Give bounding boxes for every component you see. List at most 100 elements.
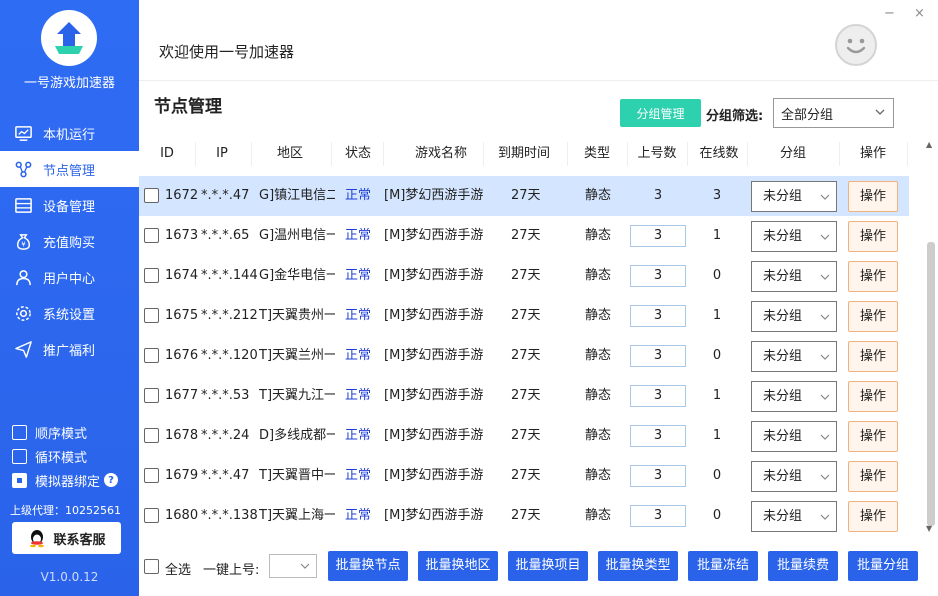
batch-renew-button[interactable]: 批量续费 [768, 551, 838, 581]
cell-up-count[interactable]: 3 [630, 176, 686, 216]
col-up: 上号数 [637, 146, 677, 161]
option-label: 顺序模式 [35, 426, 88, 442]
col-id: ID [160, 146, 174, 161]
operation-button[interactable]: 操作 [848, 341, 898, 372]
group-select[interactable]: 未分组 [751, 501, 837, 532]
up-count-input[interactable]: 3 [630, 305, 686, 327]
cell-expire: 27天 [511, 188, 541, 203]
up-count-input[interactable]: 3 [630, 265, 686, 287]
cell-region: G]温州电信一组 [259, 228, 335, 243]
group-select[interactable]: 未分组 [751, 181, 837, 212]
option-loop[interactable]: 循环模式 [12, 444, 118, 468]
cell-game: [M]梦幻西游手游 [384, 348, 484, 363]
table-row[interactable]: 1678 *.*.*.24 D]多线成都一组 正常 [M]梦幻西游手游 27天 … [139, 416, 909, 456]
option-sequential[interactable]: 顺序模式 [12, 420, 118, 444]
row-checkbox[interactable] [144, 468, 159, 483]
table-row[interactable]: 1673 *.*.*.65 G]温州电信一组 正常 [M]梦幻西游手游 27天 … [139, 216, 909, 256]
col-expire: 到期时间 [497, 146, 550, 161]
group-filter-select[interactable]: 全部分组 [773, 98, 894, 128]
batch-change-project-button[interactable]: 批量换项目 [508, 551, 588, 581]
operation-button[interactable]: 操作 [848, 301, 898, 332]
batch-change-region-button[interactable]: 批量换地区 [418, 551, 498, 581]
up-count-input[interactable]: 3 [630, 505, 686, 527]
row-checkbox[interactable] [144, 268, 159, 283]
group-value: 未分组 [763, 349, 803, 364]
contact-service-button[interactable]: 联系客服 [12, 522, 121, 554]
select-all-checkbox[interactable] [144, 559, 159, 574]
cell-online: 1 [712, 428, 722, 443]
up-count-input[interactable]: 3 [630, 225, 686, 247]
operation-button[interactable]: 操作 [848, 181, 898, 212]
group-select[interactable]: 未分组 [751, 301, 837, 332]
operation-button[interactable]: 操作 [848, 501, 898, 532]
group-select[interactable]: 未分组 [751, 221, 837, 252]
cell-type: 静态 [585, 228, 612, 243]
header-separator [747, 142, 748, 166]
header-separator [907, 142, 908, 166]
up-count-input[interactable]: 3 [630, 465, 686, 487]
option-emulator-bind[interactable]: 模拟器绑定? [12, 468, 119, 492]
table-row[interactable]: 1677 *.*.*.53 T]天翼九江一组 正常 [M]梦幻西游手游 27天 … [139, 376, 909, 416]
scroll-up-icon[interactable]: ▲ [926, 140, 932, 149]
checkbox[interactable] [12, 472, 27, 488]
batch-change-type-button[interactable]: 批量换类型 [598, 551, 678, 581]
cell-game: [M]梦幻西游手游 [384, 468, 484, 483]
nav-item-settings[interactable]: 系统设置 [0, 295, 139, 331]
header-separator [687, 142, 688, 166]
batch-group-button[interactable]: 批量分组 [848, 551, 918, 581]
group-manage-button[interactable]: 分组管理 [620, 99, 701, 127]
table-row[interactable]: 1675 *.*.*.212 T]天翼贵州一组 正常 [M]梦幻西游手游 27天… [139, 296, 909, 336]
table-row[interactable]: 1679 *.*.*.47 T]天翼晋中一区 正常 [M]梦幻西游手游 27天 … [139, 456, 909, 496]
up-count-input[interactable]: 3 [630, 425, 686, 447]
nav-item-local-run[interactable]: 本机运行 [0, 115, 139, 151]
table-scrollbar[interactable]: ▲ ▼ [924, 140, 936, 536]
row-checkbox[interactable] [144, 188, 159, 203]
group-select[interactable]: 未分组 [751, 461, 837, 492]
onekey-select[interactable] [269, 554, 317, 578]
nav-item-user-center[interactable]: 用户中心 [0, 259, 139, 295]
cell-expire: 27天 [511, 308, 541, 323]
nodes-icon [15, 161, 32, 177]
table-row[interactable]: 1680 *.*.*.138 T]天翼上海一区 正常 [M]梦幻西游手游 27天… [139, 496, 909, 536]
operation-button[interactable]: 操作 [848, 221, 898, 252]
batch-freeze-button[interactable]: 批量冻结 [688, 551, 758, 581]
group-select[interactable]: 未分组 [751, 421, 837, 452]
nav-item-node-manage[interactable]: 节点管理 [0, 151, 139, 187]
cell-id: 1672 [165, 188, 199, 203]
avatar[interactable] [835, 24, 877, 66]
row-checkbox[interactable] [144, 388, 159, 403]
scroll-down-icon[interactable]: ▼ [926, 524, 932, 533]
welcome-text: 欢迎使用一号加速器 [159, 43, 295, 61]
close-button[interactable]: × [914, 6, 925, 21]
nav-item-recharge[interactable]: ¥ 充值购买 [0, 223, 139, 259]
help-icon[interactable]: ? [104, 473, 119, 487]
operation-button[interactable]: 操作 [848, 461, 898, 492]
cell-ip: *.*.*.24 [201, 428, 250, 443]
operation-button[interactable]: 操作 [848, 261, 898, 292]
cell-id: 1673 [165, 228, 199, 243]
checkbox[interactable] [12, 424, 27, 440]
nav-item-promotion[interactable]: 推广福利 [0, 331, 139, 367]
checkbox[interactable] [12, 448, 27, 464]
row-checkbox[interactable] [144, 228, 159, 243]
table-row[interactable]: 1674 *.*.*.144 G]金华电信一区 正常 [M]梦幻西游手游 27天… [139, 256, 909, 296]
operation-button[interactable]: 操作 [848, 381, 898, 412]
row-checkbox[interactable] [144, 348, 159, 363]
up-count-input[interactable]: 3 [630, 345, 686, 367]
row-checkbox[interactable] [144, 308, 159, 323]
table-row[interactable]: 1672 *.*.*.47 G]镇江电信二组 正常 [M]梦幻西游手游 27天 … [139, 176, 909, 216]
group-select[interactable]: 未分组 [751, 341, 837, 372]
batch-change-node-button[interactable]: 批量换节点 [328, 551, 408, 581]
cell-game: [M]梦幻西游手游 [384, 268, 484, 283]
table-row[interactable]: 1676 *.*.*.120 T]天翼兰州一组 正常 [M]梦幻西游手游 27天… [139, 336, 909, 376]
minimize-button[interactable]: − [884, 6, 895, 21]
group-select[interactable]: 未分组 [751, 381, 837, 412]
scroll-thumb[interactable] [927, 242, 935, 526]
operation-button[interactable]: 操作 [848, 421, 898, 452]
group-select[interactable]: 未分组 [751, 261, 837, 292]
row-checkbox[interactable] [144, 508, 159, 523]
up-count-input[interactable]: 3 [630, 385, 686, 407]
nav-item-device-manage[interactable]: 设备管理 [0, 187, 139, 223]
mode-options: 顺序模式 循环模式 模拟器绑定? [12, 420, 119, 492]
row-checkbox[interactable] [144, 428, 159, 443]
